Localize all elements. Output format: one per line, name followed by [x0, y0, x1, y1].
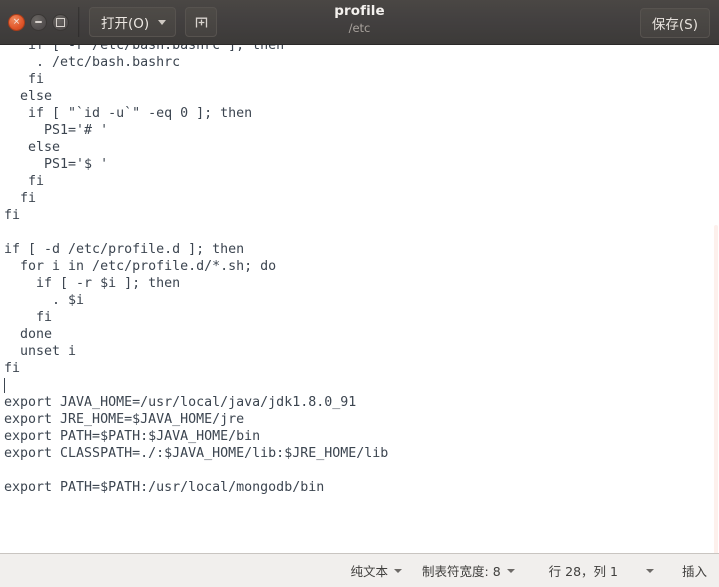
- close-button[interactable]: ×: [8, 13, 25, 31]
- code-line: export CLASSPATH=./:$JAVA_HOME/lib:$JRE_…: [4, 446, 389, 461]
- code-line: fi: [4, 191, 37, 206]
- new-document-icon: [194, 15, 209, 30]
- tab-width-selector[interactable]: 制表符宽度: 8: [422, 561, 515, 580]
- chevron-down-icon: [158, 19, 167, 25]
- cursor-position-label: 行 28，列 1: [548, 564, 618, 579]
- chevron-down-icon: [645, 568, 654, 573]
- code-line: fi: [4, 361, 21, 376]
- code-line: unset i: [4, 344, 77, 359]
- toolbar-separator: [78, 7, 80, 37]
- code-line: else: [4, 140, 61, 155]
- minimize-button[interactable]: [30, 13, 47, 31]
- code-line: PS1='# ': [4, 123, 109, 138]
- cursor-position: 行 28，列 1: [549, 561, 618, 580]
- code-line: . /etc/bash.bashrc: [4, 55, 181, 70]
- code-line: fi: [4, 72, 45, 87]
- insert-mode-label: 插入: [681, 564, 707, 579]
- open-button[interactable]: 打开(O): [89, 7, 177, 37]
- maximize-button[interactable]: [52, 13, 69, 31]
- tab-width-label: 制表符宽度: 8: [422, 564, 501, 579]
- gedit-window: × 打开(O) profile /etc 保存(S) if [-r /etc/…: [0, 0, 719, 587]
- position-dropdown[interactable]: [645, 568, 654, 573]
- text-cursor: [4, 378, 5, 393]
- code-line: export PATH=$PATH:$JAVA_HOME/bin: [4, 429, 261, 444]
- save-button-label: 保存(S): [651, 17, 698, 33]
- minimize-icon: [35, 21, 42, 23]
- vertical-scrollbar[interactable]: [714, 225, 718, 553]
- document-text[interactable]: if [ -r /etc/bash.bashrc ]; then . /etc/…: [4, 45, 388, 496]
- close-icon: ×: [12, 16, 21, 27]
- code-line: if [ -d /etc/profile.d ]; then: [4, 242, 245, 257]
- code-line: export JAVA_HOME=/usr/local/java/jdk1.8.…: [4, 395, 357, 410]
- code-line: fi: [4, 208, 21, 223]
- code-line: PS1='$ ': [4, 157, 109, 172]
- code-line: export JRE_HOME=$JAVA_HOME/jre: [4, 412, 245, 427]
- language-label: 纯文本: [350, 564, 389, 579]
- chevron-down-icon: [506, 568, 515, 573]
- code-line: . $i: [4, 293, 85, 308]
- insert-mode[interactable]: 插入: [682, 561, 707, 580]
- save-button[interactable]: 保存(S): [639, 8, 710, 38]
- code-line: fi: [4, 174, 45, 189]
- window-controls: ×: [8, 13, 69, 31]
- code-line: export PATH=$PATH:/usr/local/mongodb/bin: [4, 480, 325, 495]
- title-bar: × 打开(O) profile /etc 保存(S): [0, 0, 719, 45]
- text-editor-area[interactable]: if [ -r /etc/bash.bashrc ]; then . /etc/…: [0, 45, 719, 553]
- code-line: done: [4, 327, 53, 342]
- language-selector[interactable]: 纯文本: [351, 561, 403, 580]
- code-line: fi: [4, 310, 53, 325]
- code-line: if [ -r $i ]; then: [4, 276, 181, 291]
- open-button-label: 打开(O): [101, 16, 150, 32]
- chevron-down-icon: [394, 568, 403, 573]
- code-line: for i in /etc/profile.d/*.sh; do: [4, 259, 277, 274]
- code-line: if [ "`id -u`" -eq 0 ]; then: [4, 106, 253, 121]
- new-document-button[interactable]: [185, 7, 218, 37]
- code-line: if [ -r /etc/bash.bashrc ]; then: [4, 45, 285, 53]
- maximize-icon: [56, 17, 65, 27]
- status-bar: 纯文本 制表符宽度: 8 行 28，列 1 插入: [0, 553, 719, 587]
- code-line: else: [4, 89, 53, 104]
